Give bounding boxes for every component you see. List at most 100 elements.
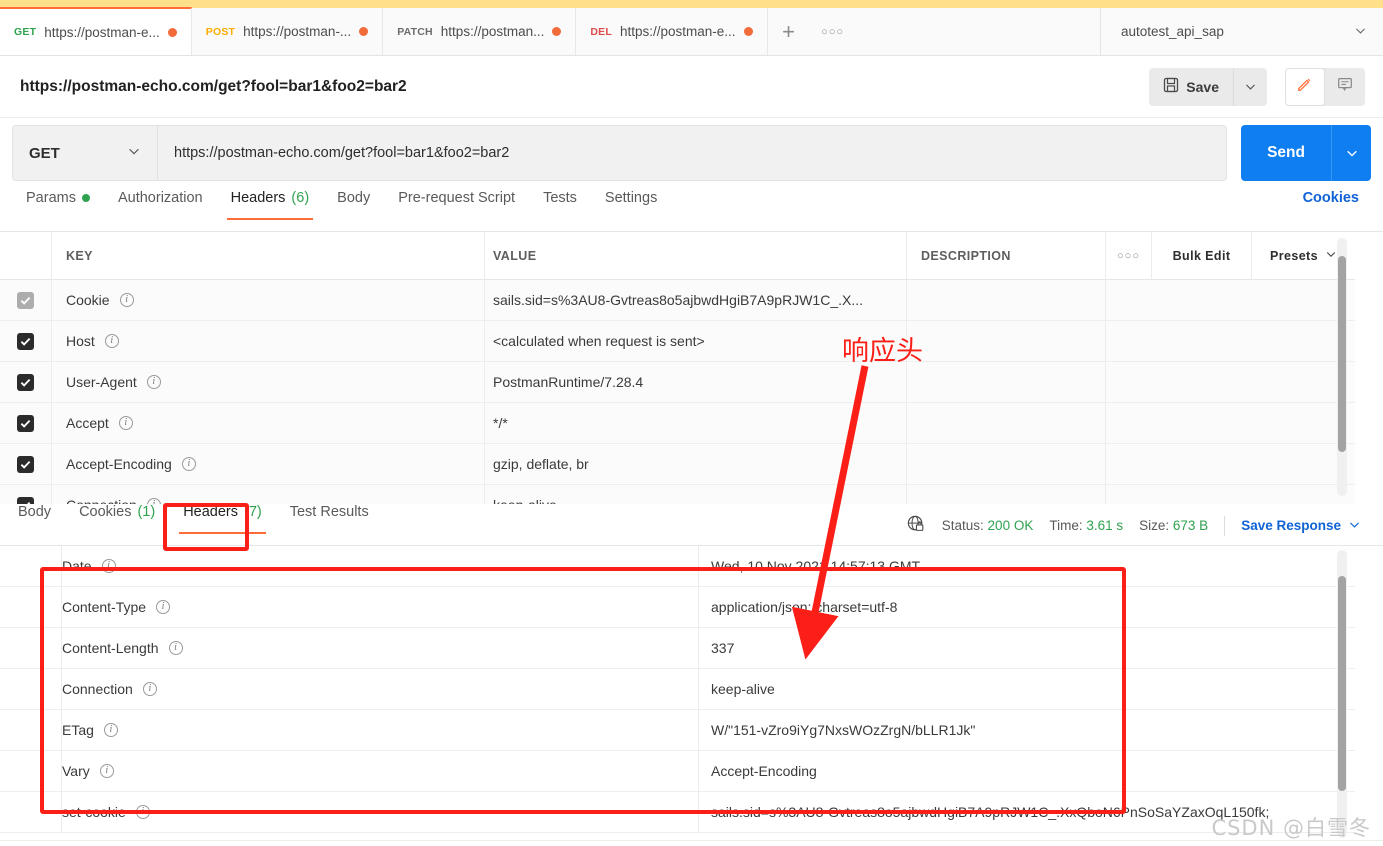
request-tab-1[interactable]: POST https://postman-...: [191, 8, 384, 55]
header-key-cell[interactable]: Cookie i: [52, 280, 485, 320]
response-table-scrollbar-thumb[interactable]: [1338, 576, 1346, 791]
environment-selector[interactable]: autotest_api_sap: [1101, 8, 1383, 55]
unsaved-dot-icon: [552, 27, 562, 36]
row-spacer-cell: [1152, 403, 1252, 443]
header-key-text: Cookie: [66, 292, 110, 308]
tab-headers[interactable]: Headers (6): [217, 190, 324, 220]
request-tab-2[interactable]: PATCH https://postman...: [383, 8, 577, 55]
header-value-cell[interactable]: */*: [485, 403, 907, 443]
response-header-key-text: set-cookie: [62, 804, 126, 820]
tab-url-label: https://postman-...: [243, 24, 352, 39]
header-value-cell[interactable]: gzip, deflate, br: [485, 444, 907, 484]
header-enabled-checkbox[interactable]: [17, 373, 34, 391]
info-icon[interactable]: i: [104, 334, 119, 348]
info-icon[interactable]: i: [118, 416, 133, 430]
url-input[interactable]: https://postman-echo.com/get?fool=bar1&f…: [158, 125, 1228, 181]
header-key-cell[interactable]: User-Agent i: [52, 362, 485, 402]
unsaved-dot-icon: [167, 27, 177, 37]
response-header-key-text: Date: [62, 558, 92, 574]
header-description-cell[interactable]: [907, 362, 1106, 402]
send-button[interactable]: Send: [1241, 125, 1331, 181]
response-row-pad: [0, 792, 62, 832]
response-tab-cookies[interactable]: Cookies (1): [65, 504, 169, 534]
row-options-cell: [1106, 403, 1152, 443]
table-options-icon[interactable]: ○○○: [1106, 232, 1152, 279]
info-icon[interactable]: i: [135, 805, 150, 819]
globe-lock-icon[interactable]: [906, 514, 926, 537]
header-key-cell[interactable]: Connectioni: [52, 485, 485, 504]
header-description-cell[interactable]: [907, 321, 1106, 361]
header-description-cell[interactable]: [907, 280, 1106, 320]
comment-button[interactable]: [1325, 68, 1365, 106]
http-method-select[interactable]: GET: [12, 125, 158, 181]
response-header-key-cell: Connection i: [62, 669, 699, 709]
tab-tests[interactable]: Tests: [529, 190, 591, 220]
save-options-button[interactable]: [1233, 67, 1267, 106]
header-key-cell[interactable]: Accept i: [52, 403, 485, 443]
table-row: Host i <calculated when request is sent>: [0, 321, 1355, 362]
column-header-description: DESCRIPTION: [907, 232, 1106, 279]
tab-settings[interactable]: Settings: [591, 190, 671, 220]
tab-pre-request-script[interactable]: Pre-request Script: [384, 190, 529, 220]
header-value-cell[interactable]: PostmanRuntime/7.28.4: [485, 362, 907, 402]
select-all-cell: [0, 232, 52, 279]
header-key-cell[interactable]: Accept-Encoding i: [52, 444, 485, 484]
tab-body[interactable]: Body: [323, 190, 384, 220]
chevron-down-icon: [1325, 248, 1337, 263]
info-icon[interactable]: i: [146, 375, 161, 389]
response-row-pad: [0, 628, 62, 668]
info-icon[interactable]: i: [103, 723, 118, 737]
response-tab-headers[interactable]: Headers (7): [169, 504, 276, 534]
response-section-bar: Body Cookies (1) Headers (7) Test Result…: [0, 504, 1383, 546]
header-description-cell[interactable]: [907, 485, 1106, 504]
cookies-link[interactable]: Cookies: [1303, 190, 1359, 206]
header-value-cell[interactable]: sails.sid=s%3AU8-Gvtreas8o5ajbwdHgiB7A9p…: [485, 280, 907, 320]
info-icon[interactable]: i: [181, 457, 196, 471]
header-key-cell[interactable]: Host i: [52, 321, 485, 361]
header-key-text: Connection: [66, 497, 137, 504]
header-enabled-checkbox[interactable]: [17, 455, 34, 473]
params-indicator-dot-icon: [81, 194, 90, 202]
header-enabled-checkbox[interactable]: [17, 291, 34, 309]
request-tab-3[interactable]: DEL https://postman-e...: [576, 8, 768, 55]
tab-authorization[interactable]: Authorization: [104, 190, 217, 220]
request-headers-table: KEY VALUE DESCRIPTION ○○○ Bulk Edit Pres…: [0, 232, 1355, 504]
save-button[interactable]: Save: [1149, 67, 1233, 106]
response-header-key-cell: Vary i: [62, 751, 699, 791]
header-value-cell[interactable]: keep-alive: [485, 485, 907, 504]
header-enabled-checkbox[interactable]: [17, 496, 34, 504]
info-icon[interactable]: i: [101, 559, 116, 573]
column-header-value: VALUE: [485, 232, 907, 279]
send-options-button[interactable]: [1331, 125, 1371, 181]
edit-pencil-button[interactable]: [1285, 67, 1325, 106]
tab-overflow-icon[interactable]: ○○○: [810, 8, 856, 55]
size-value: 673 B: [1172, 518, 1209, 533]
save-response-button[interactable]: Save Response: [1241, 518, 1361, 534]
info-icon[interactable]: i: [168, 641, 183, 655]
header-description-cell[interactable]: [907, 444, 1106, 484]
pencil-icon: [1296, 75, 1314, 98]
tab-params[interactable]: Params: [12, 190, 104, 220]
request-tab-0[interactable]: GET https://postman-e...: [0, 7, 192, 55]
request-header-rows: Cookie i sails.sid=s%3AU8-Gvtreas8o5ajbwdH…: [0, 280, 1355, 504]
request-table-scrollbar-thumb[interactable]: [1338, 256, 1346, 452]
response-header-value-text: sails.sid=s%3AU8-Gvtreas8o5ajbwdHgiB7A9p…: [711, 804, 1270, 820]
response-tab-body[interactable]: Body: [4, 504, 65, 534]
response-tab-test-results[interactable]: Test Results: [276, 504, 383, 534]
info-icon[interactable]: i: [142, 682, 157, 696]
header-enabled-checkbox[interactable]: [17, 414, 34, 432]
info-icon[interactable]: i: [99, 764, 114, 778]
response-header-value-cell: 337: [699, 628, 1355, 668]
url-bar: GET https://postman-echo.com/get?fool=ba…: [12, 125, 1371, 181]
header-key-text: Accept-Encoding: [66, 456, 172, 472]
bulk-edit-button[interactable]: Bulk Edit: [1152, 232, 1252, 279]
size-item: Size: 673 B: [1139, 518, 1208, 533]
header-description-cell[interactable]: [907, 403, 1106, 443]
info-icon[interactable]: i: [156, 600, 171, 614]
response-row-pad: [0, 751, 62, 791]
new-tab-button[interactable]: +: [768, 8, 810, 55]
response-header-key-text: Connection: [62, 681, 133, 697]
row-spacer-cell: [1152, 485, 1252, 504]
info-icon[interactable]: i: [119, 293, 134, 307]
header-enabled-checkbox[interactable]: [17, 332, 34, 350]
